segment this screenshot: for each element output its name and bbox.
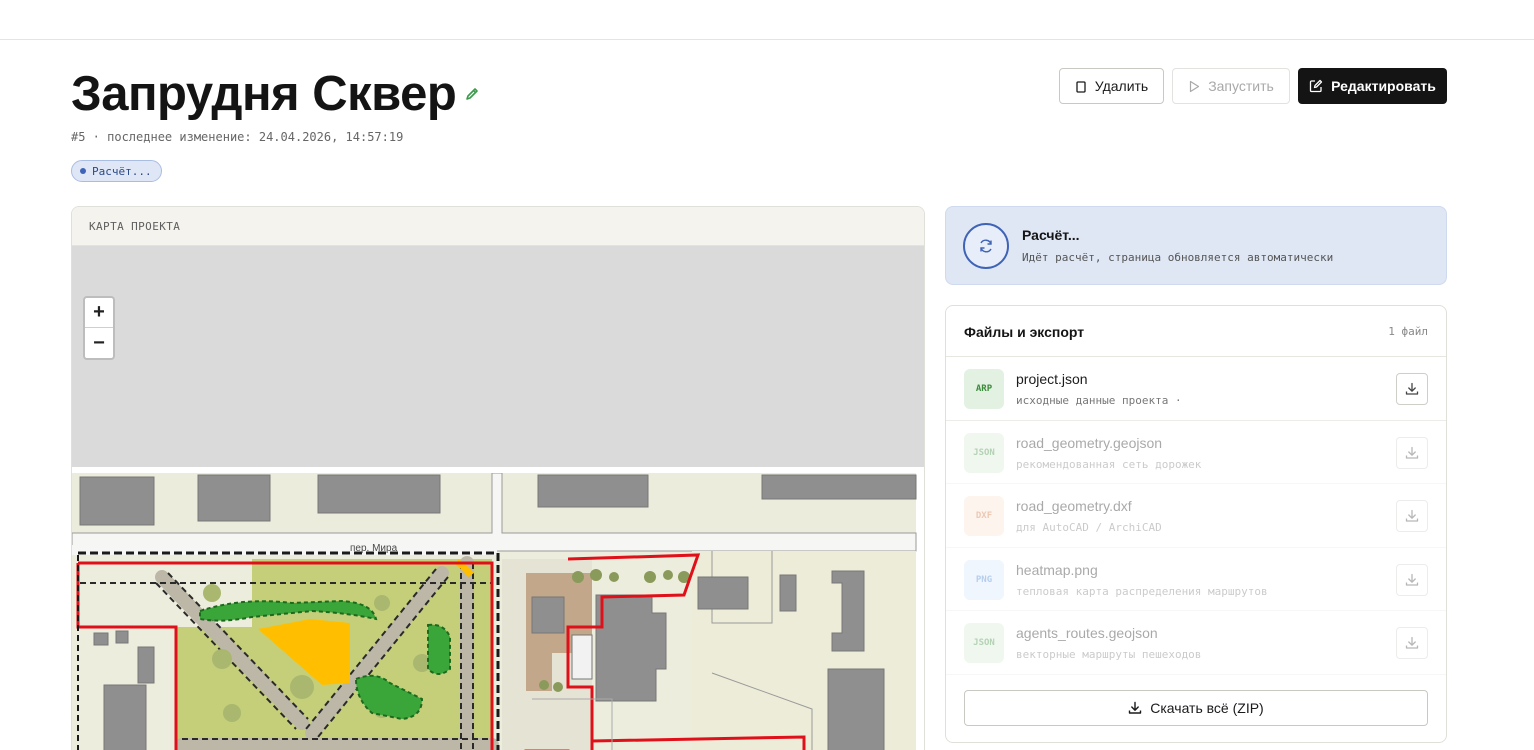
- file-description: исходные данные проекта ·: [1016, 394, 1182, 407]
- file-type-badge: JSON: [964, 432, 1004, 473]
- files-title: Файлы и экспорт: [964, 324, 1085, 340]
- file-description: для AutoCAD / ArchiCAD: [1016, 521, 1162, 534]
- pencil-icon[interactable]: [464, 86, 480, 102]
- calculation-subtitle: Идёт расчёт, страница обновляется автома…: [1022, 251, 1334, 264]
- play-icon: [1190, 80, 1200, 92]
- download-icon: [1405, 509, 1419, 522]
- download-zip-button[interactable]: Скачать всё (ZIP): [964, 690, 1428, 726]
- file-name: heatmap.png: [1016, 561, 1098, 578]
- map-card-header: КАРТА ПРОЕКТА: [72, 207, 924, 246]
- project-meta: #5 · последнее изменение: 24.04.2026, 14…: [71, 130, 404, 144]
- zoom-control: + −: [83, 296, 115, 360]
- file-type-badge: ARP: [964, 369, 1004, 409]
- download-icon: [1405, 446, 1419, 459]
- top-bar: [0, 0, 1534, 40]
- calculation-title: Расчёт...: [1022, 227, 1080, 243]
- file-description: рекомендованная сеть дорожек: [1016, 457, 1202, 471]
- file-row: JSON agents_routes.geojson векторные маршр…: [946, 611, 1446, 675]
- download-zip-label: Скачать всё (ZIP): [1150, 700, 1264, 716]
- file-type-badge: PNG: [964, 559, 1004, 600]
- file-list: ARP project.json исходные данные проекта ·…: [946, 357, 1446, 675]
- file-download-button[interactable]: [1396, 373, 1428, 405]
- zoom-out-button[interactable]: −: [85, 328, 113, 358]
- file-description: тепловая карта распределения маршрутов: [1016, 584, 1268, 598]
- edit-icon: [1309, 79, 1323, 93]
- file-row: JSON road_geometry.geojson рекомендованная…: [946, 421, 1446, 484]
- map-empty-tile-area[interactable]: + −: [72, 246, 924, 467]
- file-download-button[interactable]: [1396, 436, 1428, 469]
- file-row: DXF road_geometry.dxf для AutoCAD / ArchiC…: [946, 484, 1446, 548]
- refresh-icon: [963, 223, 1009, 269]
- run-button[interactable]: Запустить: [1172, 68, 1290, 104]
- run-button-label: Запустить: [1208, 78, 1274, 94]
- file-name: road_geometry.geojson: [1016, 434, 1163, 451]
- download-icon: [1405, 636, 1419, 649]
- download-icon: [1405, 382, 1419, 395]
- delete-button-label: Удалить: [1094, 78, 1149, 94]
- file-row: ARP project.json исходные данные проекта ·: [946, 357, 1446, 421]
- file-description: векторные маршруты пешеходов: [1016, 648, 1202, 661]
- file-type-badge: JSON: [964, 623, 1004, 663]
- edit-button-label: Редактировать: [1331, 78, 1436, 94]
- files-header: Файлы и экспорт 1 файл: [946, 306, 1446, 357]
- project-map-card: КАРТА ПРОЕКТА + − пер. Мира: [71, 206, 925, 750]
- file-row: PNG heatmap.png тепловая карта распределен…: [946, 548, 1446, 611]
- download-icon: [1129, 701, 1142, 714]
- download-icon: [1405, 573, 1419, 586]
- delete-button[interactable]: Удалить: [1059, 68, 1164, 104]
- status-dot-icon: [80, 168, 86, 174]
- files-count: 1 файл: [1388, 325, 1428, 338]
- zoom-in-button[interactable]: +: [85, 298, 113, 328]
- map-tiles[interactable]: пер. Мира: [72, 473, 925, 750]
- calculation-status-card: Расчёт... Идёт расчёт, страница обновляе…: [945, 206, 1447, 285]
- file-name: agents_routes.geojson: [1016, 625, 1158, 641]
- page-title: Запрудня Сквер: [71, 67, 457, 121]
- trash-icon: [1076, 80, 1086, 93]
- status-badge: Расчёт...: [71, 160, 162, 182]
- file-download-button[interactable]: [1396, 500, 1428, 532]
- edit-button[interactable]: Редактировать: [1298, 68, 1447, 104]
- file-name: road_geometry.dxf: [1016, 498, 1132, 514]
- file-type-badge: DXF: [964, 496, 1004, 536]
- status-badge-label: Расчёт...: [92, 164, 152, 178]
- file-name: project.json: [1016, 371, 1088, 387]
- files-export-card: Файлы и экспорт 1 файл ARP project.json ис…: [945, 305, 1447, 743]
- file-download-button[interactable]: [1396, 563, 1428, 596]
- file-download-button[interactable]: [1396, 627, 1428, 659]
- map-street-label: пер. Мира: [350, 543, 398, 554]
